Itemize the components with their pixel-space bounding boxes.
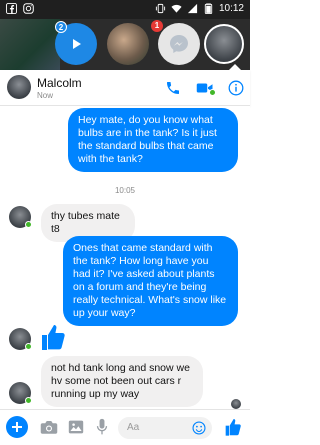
voice-button[interactable] bbox=[93, 418, 111, 436]
image-icon bbox=[68, 420, 84, 434]
online-indicator bbox=[25, 343, 32, 350]
battery-icon bbox=[204, 3, 213, 14]
read-receipt-avatar bbox=[231, 399, 241, 409]
like-icon[interactable] bbox=[40, 322, 66, 352]
online-indicator bbox=[25, 221, 32, 228]
info-button[interactable] bbox=[227, 79, 245, 97]
vibrate-icon bbox=[155, 3, 166, 14]
outgoing-message[interactable]: Hey mate, do you know what bulbs are in … bbox=[68, 108, 238, 172]
message-list[interactable]: Hey mate, do you know what bulbs are in … bbox=[0, 106, 250, 409]
video-call-button[interactable] bbox=[196, 79, 216, 97]
incoming-message[interactable]: not hd tank long and snow we hv some not… bbox=[41, 356, 203, 407]
conversation-header: Malcolm Now bbox=[0, 64, 250, 106]
gallery-button[interactable] bbox=[67, 418, 85, 436]
send-like-button[interactable] bbox=[222, 416, 244, 438]
microphone-icon bbox=[96, 418, 108, 435]
messenger-chat-head[interactable] bbox=[158, 23, 200, 65]
outgoing-message[interactable]: Ones that came standard with the tank? H… bbox=[63, 236, 238, 326]
phone-icon bbox=[167, 82, 179, 94]
unread-badge: 2 bbox=[55, 21, 67, 33]
malcolm-chat-head[interactable] bbox=[204, 24, 244, 64]
background-blur bbox=[0, 19, 60, 70]
facebook-icon bbox=[6, 3, 17, 14]
plus-icon bbox=[12, 422, 22, 432]
info-icon bbox=[228, 80, 244, 96]
active-head-pointer bbox=[228, 64, 242, 71]
more-actions-button[interactable] bbox=[6, 416, 28, 438]
chat-heads-strip: 2 1 bbox=[0, 19, 250, 70]
messenger-icon bbox=[170, 35, 188, 53]
camera-icon bbox=[40, 421, 58, 434]
camera-button[interactable] bbox=[40, 418, 58, 436]
wifi-icon bbox=[171, 4, 182, 13]
like-icon bbox=[225, 419, 241, 436]
composer-bar: Aa bbox=[0, 409, 250, 445]
timestamp: 10:05 bbox=[114, 186, 136, 195]
online-indicator bbox=[25, 397, 32, 404]
active-status: Now bbox=[37, 91, 54, 100]
online-indicator bbox=[209, 89, 216, 96]
play-icon bbox=[73, 39, 81, 49]
status-bar: 10:12 bbox=[0, 0, 250, 19]
call-button[interactable] bbox=[164, 79, 182, 97]
avatar[interactable] bbox=[7, 75, 31, 99]
clock: 10:12 bbox=[218, 3, 244, 14]
message-input[interactable]: Aa bbox=[118, 417, 212, 439]
signal-icon bbox=[187, 3, 198, 14]
emoji-icon[interactable] bbox=[192, 421, 206, 435]
group-chat-head[interactable] bbox=[107, 23, 149, 65]
contact-name[interactable]: Malcolm bbox=[37, 76, 82, 90]
unread-badge: 1 bbox=[151, 20, 163, 32]
instagram-icon bbox=[23, 3, 34, 14]
